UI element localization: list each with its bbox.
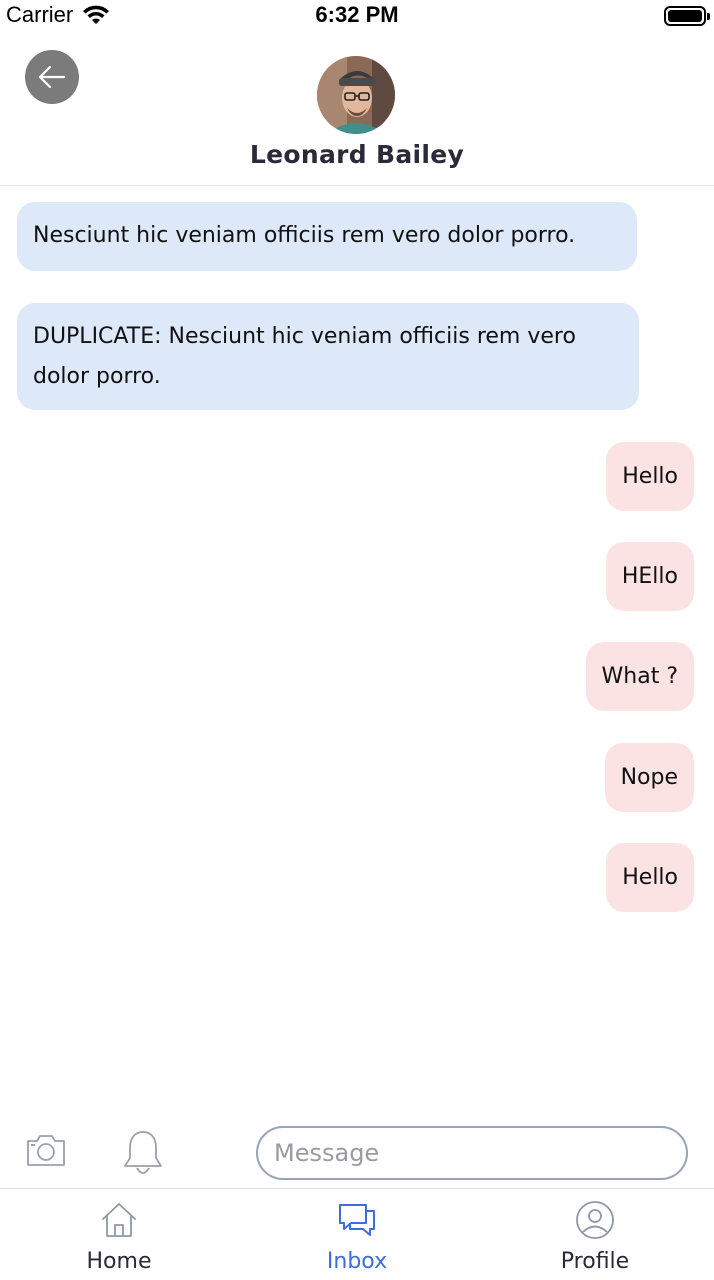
status-time: 6:32 PM — [315, 2, 399, 27]
home-icon — [102, 1203, 136, 1237]
avatar-photo — [317, 56, 395, 134]
bell-icon[interactable] — [121, 1128, 165, 1178]
message-incoming: Nesciunt hic veniam officiis rem vero do… — [17, 202, 637, 271]
arrow-left-icon — [38, 65, 66, 89]
tab-label: Profile — [560, 1249, 630, 1274]
tab-inbox[interactable]: Inbox — [238, 1189, 476, 1280]
message-composer — [0, 1122, 714, 1188]
message-outgoing: Hello — [606, 442, 694, 511]
message-list[interactable]: Nesciunt hic veniam officiis rem vero do… — [0, 186, 714, 1116]
tab-label: Inbox — [326, 1249, 388, 1274]
tab-home[interactable]: Home — [0, 1189, 238, 1280]
message-outgoing: What ? — [585, 642, 694, 711]
tab-bar: Home Inbox Profile — [0, 1188, 714, 1280]
chat-header: Leonard Bailey — [0, 34, 714, 186]
chat-icon — [339, 1204, 375, 1236]
message-outgoing: Hello — [606, 843, 694, 912]
message-input[interactable] — [256, 1126, 688, 1180]
camera-icon[interactable] — [25, 1132, 67, 1168]
contact-avatar[interactable] — [317, 56, 395, 134]
message-outgoing: HEllo — [605, 542, 694, 611]
status-bar: Carrier 6:32 PM — [0, 0, 714, 34]
message-incoming: DUPLICATE: Nesciunt hic veniam officiis … — [17, 303, 639, 410]
message-outgoing: Nope — [604, 743, 694, 812]
user-circle-icon — [576, 1201, 614, 1239]
tab-profile[interactable]: Profile — [476, 1189, 714, 1280]
tab-label: Home — [86, 1249, 152, 1274]
back-button[interactable] — [25, 50, 79, 104]
battery-icon — [664, 6, 710, 26]
contact-name: Leonard Bailey — [249, 140, 465, 169]
